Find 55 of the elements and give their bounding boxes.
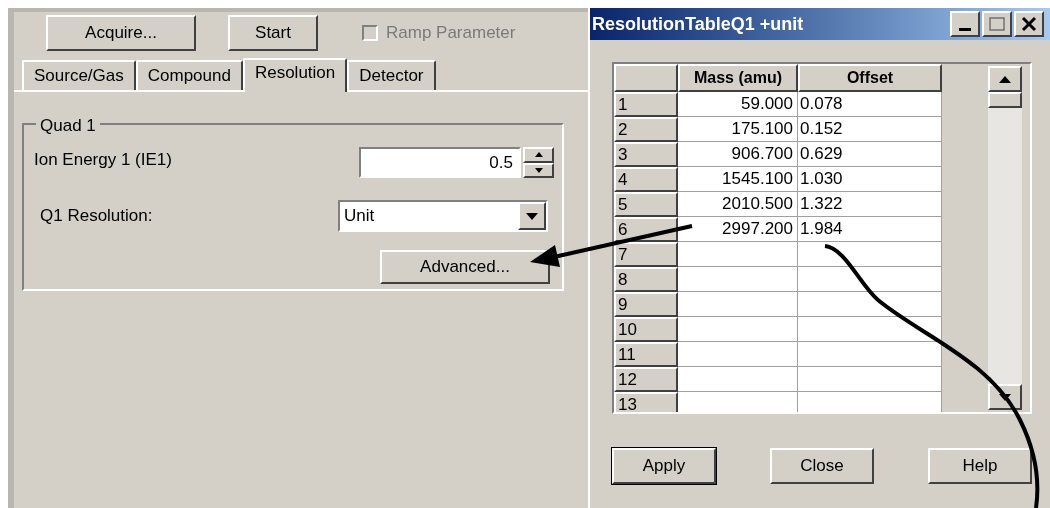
minimize-button[interactable] [950,11,980,37]
ion-energy-field[interactable]: 0.5 [359,147,521,178]
row-header: 12 [614,367,678,392]
row-header: 2 [614,117,678,142]
caret-icon [526,212,538,220]
scroll-thumb[interactable] [988,92,1022,108]
row-header: 4 [614,167,678,192]
mass-cell: 175.100 [678,117,798,142]
toolbar-button[interactable]: Start [228,15,318,51]
scrollbar[interactable] [988,66,1022,410]
row-header: 8 [614,267,678,292]
spin-buttons[interactable] [523,147,554,178]
column-header: Mass (amu) [678,64,798,92]
close-button[interactable] [1014,11,1044,37]
offset-cell: 0.078 [798,92,942,117]
mass-cell: 906.700 [678,142,798,167]
offset-cell: 0.629 [798,142,942,167]
ion-energy-label: Ion Energy 1 (IE1) [34,149,172,171]
row-header: 3 [614,142,678,167]
tab[interactable]: Compound [135,60,243,90]
row-header: 13 [614,392,678,412]
maximize-icon [989,17,1005,31]
offset-cell: 0.152 [798,117,942,142]
minimize-icon [959,28,971,31]
mass-cell: 1545.100 [678,167,798,192]
tab[interactable]: Detector [347,60,436,90]
row-header: 5 [614,192,678,217]
row-header: 1 [614,92,678,117]
offset-cell: 1.030 [798,167,942,192]
column-header: Offset [798,64,942,92]
window-title: ResolutionTableQ1 +unit [592,12,804,36]
up-arrow-icon [534,152,543,158]
tab[interactable]: Source/Gas [22,60,136,90]
advanced-button[interactable]: Advanced... [380,250,550,284]
row-header: 7 [614,242,678,267]
toolbar-button[interactable]: Acquire... [46,15,196,51]
dialog-button[interactable]: Apply [612,448,716,484]
offset-cell: 1.984 [798,217,942,242]
down-arrow-icon [999,393,1011,401]
tab[interactable]: Resolution [242,58,348,92]
close-icon [1021,16,1037,32]
mass-cell: 2010.500 [678,192,798,217]
dialog-button[interactable]: Close [770,448,874,484]
maximize-button[interactable] [982,11,1012,37]
down-arrow-icon [534,167,543,173]
offset-cell: 1.322 [798,192,942,217]
row-header: 10 [614,317,678,342]
row-header: 11 [614,342,678,367]
row-header: 9 [614,292,678,317]
resolution-label: Q1 Resolution: [40,205,153,228]
mass-cell: 2997.200 [678,217,798,242]
dialog-button[interactable]: Help [928,448,1032,484]
resolution-dropdown[interactable]: Unit [338,200,548,232]
up-arrow-icon [999,75,1011,83]
mass-cell: 59.000 [678,92,798,117]
